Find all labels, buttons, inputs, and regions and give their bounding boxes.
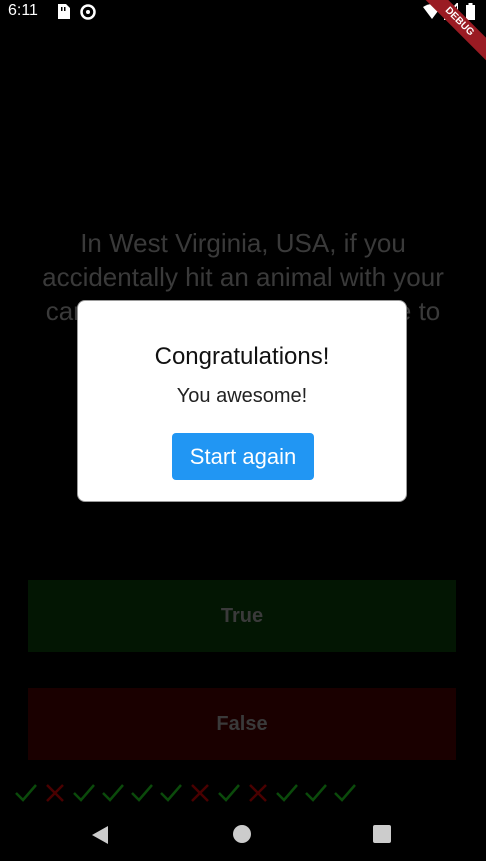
score-keeper <box>14 782 357 804</box>
check-icon <box>160 784 182 802</box>
battery-icon <box>466 3 475 20</box>
home-icon[interactable] <box>233 825 251 843</box>
check-icon <box>305 784 327 802</box>
status-bar: 6:11 DEBUG <box>0 0 486 67</box>
dialog-title: Congratulations! <box>154 343 330 370</box>
close-icon <box>191 784 209 802</box>
check-icon <box>102 784 124 802</box>
check-icon <box>334 784 356 802</box>
close-icon <box>249 784 267 802</box>
check-icon <box>73 784 95 802</box>
check-icon <box>218 784 240 802</box>
true-button[interactable]: True <box>28 580 456 652</box>
data-saver-icon <box>80 4 96 20</box>
check-icon <box>15 784 37 802</box>
status-time: 6:11 <box>8 2 38 19</box>
back-icon[interactable] <box>90 825 110 845</box>
close-icon <box>46 784 64 802</box>
navigation-bar <box>0 805 486 861</box>
dialog-message: You awesome! <box>176 385 308 407</box>
check-icon <box>276 784 298 802</box>
false-button[interactable]: False <box>28 688 456 760</box>
alert-dialog: Congratulations! You awesome! Start agai… <box>77 300 407 502</box>
start-again-button[interactable]: Start again <box>172 433 314 480</box>
recent-apps-icon[interactable] <box>373 825 391 843</box>
check-icon <box>131 784 153 802</box>
sim-card-icon <box>58 4 70 19</box>
